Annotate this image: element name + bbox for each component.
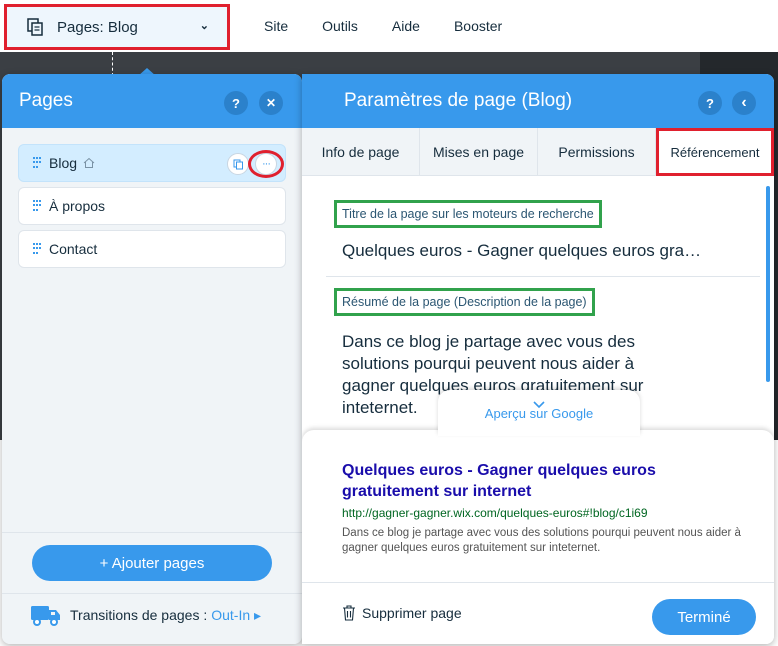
trash-icon [342,605,356,621]
chevron-down-icon: ⌄ [199,20,209,32]
transitions-label: Transitions de pages : [70,607,208,623]
home-icon [83,157,95,169]
tab-mises-en-page[interactable]: Mises en page [420,128,538,176]
pages-dropdown-label: Pages: Blog [57,18,138,36]
page-list: Blog ··· À propos Contact [18,144,286,273]
seo-title-input[interactable]: Quelques euros - Gagner quelques euros g… [342,240,742,262]
google-preview-card: Quelques euros - Gagner quelques euros g… [302,430,774,582]
top-bar: Pages: Blog ⌄ Site Outils Aide Booster [0,0,778,52]
menu-outils[interactable]: Outils [322,18,358,34]
help-button[interactable]: ? [224,91,248,115]
google-preview-label: Aperçu sur Google [484,406,594,421]
menu-site[interactable]: Site [264,18,288,34]
tab-info-de-page[interactable]: Info de page [302,128,420,176]
menu-booster[interactable]: Booster [454,18,502,34]
close-button[interactable]: ✕ [259,91,283,115]
page-summary-label: Résumé de la page (Description de la pag… [334,288,595,316]
scrollbar[interactable] [766,186,770,382]
highlight-oval [248,150,284,178]
pages-panel-header: Pages ? ✕ [2,74,302,128]
page-item-label: Blog [49,155,78,171]
google-preview-toggle[interactable]: Aperçu sur Google [438,390,640,436]
field-separator [326,276,760,277]
page-transitions-row: Transitions de pages : Out-In ▸ [30,595,290,635]
delete-page-label: Supprimer page [362,605,462,621]
page-item-a-propos[interactable]: À propos [18,187,286,225]
duplicate-page-icon[interactable] [227,153,249,175]
page-settings-panel: Paramètres de page (Blog) ? ‹ Info de pa… [302,74,774,644]
chevron-down-icon [533,396,545,409]
drag-handle-icon[interactable] [33,243,41,255]
add-pages-button[interactable]: + Ajouter pages [32,545,272,581]
done-button[interactable]: Terminé [652,599,756,635]
truck-icon [30,602,62,628]
help-button[interactable]: ? [698,91,722,115]
google-preview-description: Dans ce blog je partage avec vous des so… [342,527,741,554]
tab-permissions[interactable]: Permissions [538,128,656,176]
google-preview-url: http://gagner-gagner.wix.com/quelques-eu… [342,506,648,520]
highlight-box [656,128,774,176]
settings-panel-header: Paramètres de page (Blog) ? ‹ [302,74,774,128]
page-item-contact[interactable]: Contact [18,230,286,268]
drag-handle-icon[interactable] [33,200,41,212]
page-item-label: Contact [49,241,98,257]
pages-panel: Pages ? ✕ Blog ··· À propos Contact + Aj… [2,74,302,644]
page-item-blog[interactable]: Blog ··· [18,144,286,182]
settings-panel-title: Paramètres de page (Blog) [344,90,573,111]
main-menu: Site Outils Aide Booster [264,18,536,34]
delete-page-button[interactable]: Supprimer page [342,605,462,621]
drag-handle-icon[interactable] [33,157,41,169]
pages-dropdown[interactable]: Pages: Blog ⌄ [4,4,230,50]
guide-line [112,52,113,76]
pages-panel-footer: + Ajouter pages Transitions de pages : O… [2,532,302,644]
pages-icon [25,16,47,38]
pages-panel-title: Pages [19,90,73,111]
settings-panel-footer: Supprimer page Terminé [302,582,774,644]
menu-aide[interactable]: Aide [392,18,420,34]
google-preview-title: Quelques euros - Gagner quelques euros g… [342,462,656,500]
back-button[interactable]: ‹ [732,91,756,115]
footer-divider [2,593,302,594]
page-item-label: À propos [49,198,106,214]
seo-title-label: Titre de la page sur les moteurs de rech… [334,200,602,228]
transitions-value[interactable]: Out-In ▸ [211,607,261,624]
